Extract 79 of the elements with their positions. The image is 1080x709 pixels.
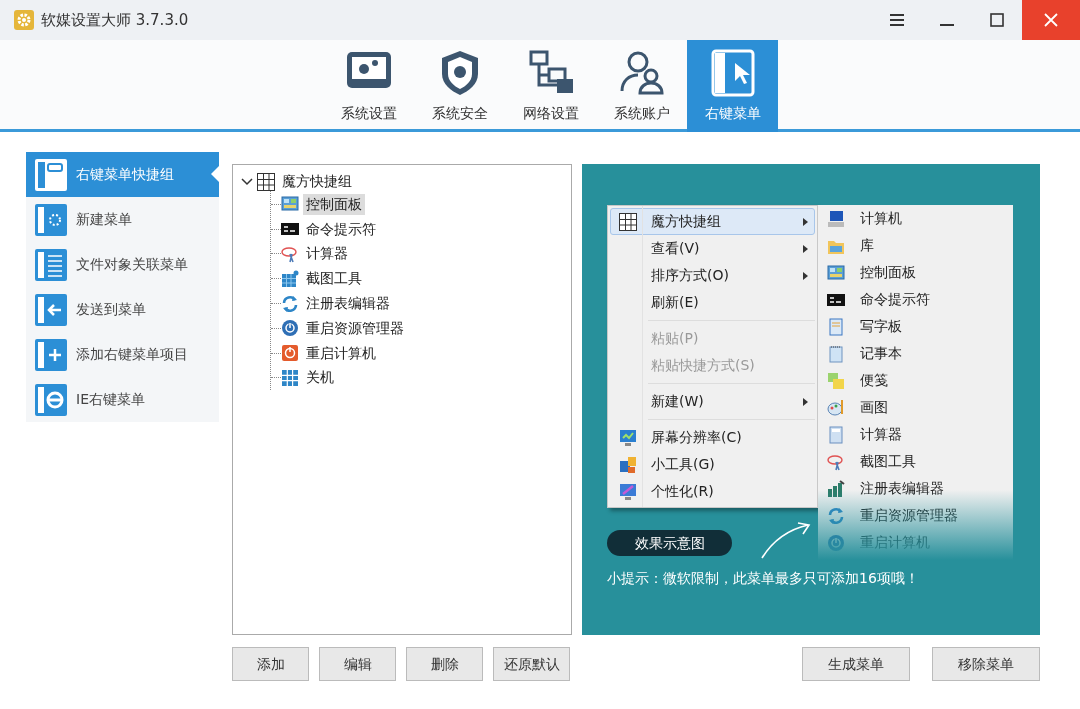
action-button[interactable]: 移除菜单 xyxy=(932,647,1040,681)
registry-icon xyxy=(827,479,845,498)
menu-item[interactable]: 便笺 xyxy=(854,370,888,391)
tree-item[interactable]: 重启资源管理器 xyxy=(302,317,407,339)
action-button[interactable]: 编辑 xyxy=(319,647,396,681)
sidebar-item[interactable]: 右键菜单快捷组 xyxy=(26,152,219,197)
menu-item[interactable]: 计算器 xyxy=(854,424,902,445)
close-icon[interactable] xyxy=(1022,0,1080,40)
window-title: 软媒设置大师 3.7.3.0 xyxy=(41,9,189,31)
list-icon xyxy=(34,247,68,282)
power-circle-icon xyxy=(827,533,845,552)
tree-item[interactable]: 命令提示符 xyxy=(302,218,379,240)
power-square-icon xyxy=(281,344,299,363)
tree-item[interactable]: 关机 xyxy=(302,367,337,389)
sidebar-item[interactable]: 新建菜单 xyxy=(26,197,219,242)
toolbar-tab[interactable]: 网络设置 xyxy=(505,40,596,132)
menu-item[interactable]: 控制面板 xyxy=(854,262,916,283)
grid-icon xyxy=(619,212,637,231)
menu-item[interactable]: 查看(V) xyxy=(610,235,815,262)
control-panel-icon xyxy=(281,195,299,214)
menu-item[interactable]: 新建(W) xyxy=(610,388,815,415)
control-panel-icon xyxy=(827,263,845,282)
tree-item[interactable]: 控制面板 xyxy=(302,193,365,215)
menu-item[interactable]: 记事本 xyxy=(854,343,902,364)
grid-chart-icon xyxy=(281,269,299,288)
menu-item[interactable]: 个性化(R) xyxy=(610,478,815,505)
monitor-brush-icon xyxy=(619,482,637,501)
action-button[interactable]: 删除 xyxy=(406,647,483,681)
tree-item[interactable]: 重启计算机 xyxy=(302,342,379,364)
tree-item[interactable]: 魔方快捷组 xyxy=(279,171,355,192)
preview-label: 效果示意图 xyxy=(607,530,732,556)
arrow-left-icon xyxy=(34,292,68,327)
refresh-icon xyxy=(827,506,845,525)
power-circle-icon xyxy=(281,319,299,338)
document-icon xyxy=(827,317,845,336)
action-button[interactable]: 生成菜单 xyxy=(802,647,910,681)
gadget-icon xyxy=(619,455,637,474)
palette-icon xyxy=(827,398,845,417)
menu-item[interactable]: 小工具(G) xyxy=(610,451,815,478)
menu-item[interactable]: 刷新(E) xyxy=(610,289,815,316)
menu-item[interactable]: 画图 xyxy=(854,397,888,418)
menu-item[interactable]: 注册表编辑器 xyxy=(854,478,944,499)
gear-icon xyxy=(14,10,34,30)
computer-icon xyxy=(827,209,845,228)
spinner-icon xyxy=(34,202,68,237)
sidebar-item[interactable]: 发送到菜单 xyxy=(26,287,219,332)
menu-item[interactable]: 魔方快捷组 xyxy=(610,208,815,235)
menu-item[interactable]: 屏幕分辨率(C) xyxy=(610,424,815,451)
calculator-icon xyxy=(827,425,845,444)
toolbar-tab[interactable]: 系统安全 xyxy=(414,40,505,132)
action-button[interactable]: 还原默认 xyxy=(493,647,570,681)
panel-icon xyxy=(34,157,68,192)
menu-item[interactable]: 写字板 xyxy=(854,316,902,337)
sidebar-item[interactable]: 文件对象关联菜单 xyxy=(26,242,219,287)
toolbar-tab[interactable]: 系统设置 xyxy=(323,40,414,132)
action-button[interactable]: 添加 xyxy=(232,647,309,681)
tree-item[interactable]: 注册表编辑器 xyxy=(302,293,393,315)
menu-item[interactable]: 命令提示符 xyxy=(854,289,930,310)
tree-item[interactable]: 计算器 xyxy=(302,243,351,265)
monitor-icon xyxy=(619,428,637,447)
menu-item[interactable]: 库 xyxy=(854,235,874,256)
plus-icon xyxy=(34,337,68,372)
toolbar-tab[interactable]: 右键菜单 xyxy=(687,40,778,132)
grid-icon xyxy=(281,368,299,387)
grid-icon xyxy=(257,172,275,191)
menu-item[interactable]: 计算机 xyxy=(854,208,902,229)
refresh-icon xyxy=(281,294,299,313)
arrow-icon xyxy=(760,522,812,560)
menu-item[interactable]: 截图工具 xyxy=(854,451,916,472)
menu-item[interactable]: 排序方式(O) xyxy=(610,262,815,289)
notepad-icon xyxy=(827,344,845,363)
hint-text: 小提示：微软限制，此菜单最多只可添加16项哦！ xyxy=(607,569,919,588)
sidebar-item[interactable]: 添加右键菜单项目 xyxy=(26,332,219,377)
menu-item[interactable]: 重启资源管理器 xyxy=(854,505,958,526)
chevron-icon[interactable] xyxy=(241,176,253,187)
tree-item[interactable]: 截图工具 xyxy=(302,268,365,290)
sticky-notes-icon xyxy=(827,371,845,390)
toolbar-tab[interactable]: 系统账户 xyxy=(596,40,687,132)
sidebar-item[interactable]: IE右键菜单 xyxy=(26,377,219,422)
